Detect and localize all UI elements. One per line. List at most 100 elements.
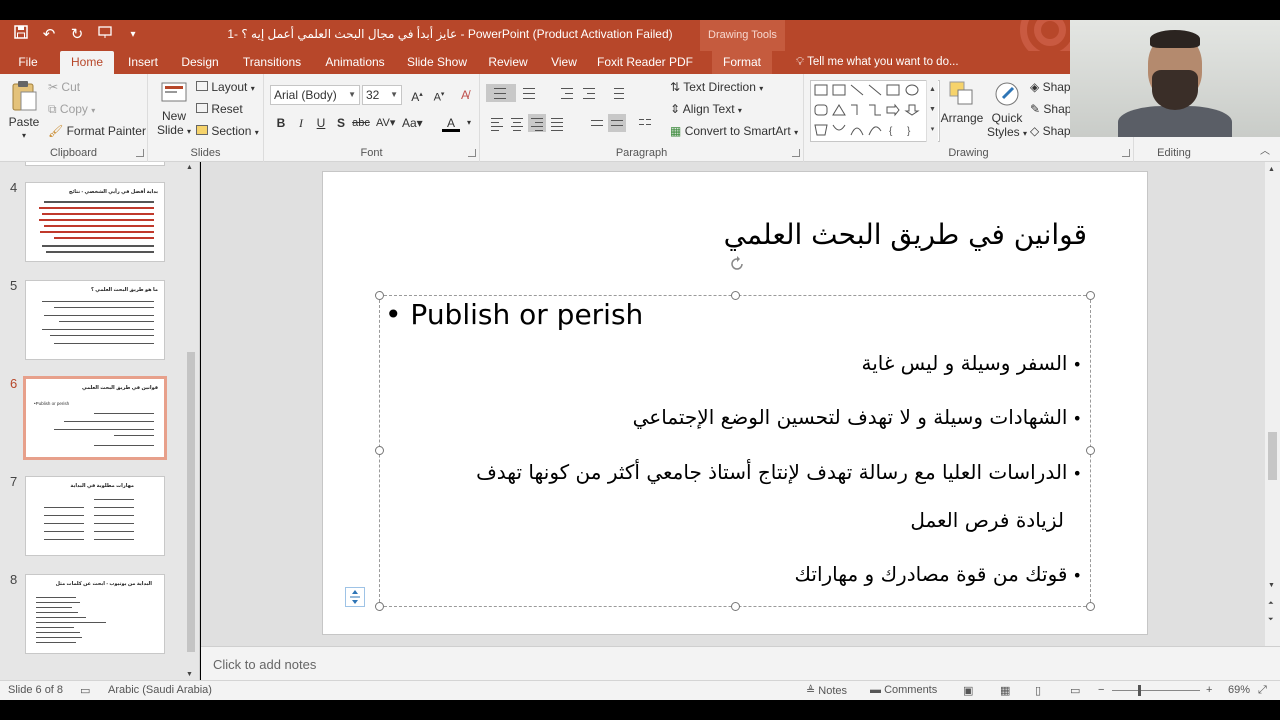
align-text-button[interactable]: ⇕ Align Text ▾ xyxy=(670,102,742,116)
decrease-indent-icon[interactable] xyxy=(558,84,576,102)
previous-slide-icon[interactable]: ⏶ xyxy=(1268,600,1274,608)
font-color-dropdown-icon[interactable]: ▾ xyxy=(460,114,478,132)
thumbnail-scrollbar[interactable]: ▲ ▼ xyxy=(184,162,197,680)
tab-format[interactable]: Format xyxy=(712,51,772,74)
slide-thumbnail-8[interactable]: البداية من يوتيوب - ابحث عن كلمات مثل xyxy=(25,574,165,654)
font-color-icon[interactable]: A xyxy=(442,114,460,132)
underline-icon[interactable]: U xyxy=(312,114,330,132)
notes-pane[interactable]: Click to add notes xyxy=(201,646,1280,680)
slide-thumbnail-5[interactable]: ما هو طريق البحث العلمي ؟ xyxy=(25,280,165,360)
scroll-down-icon[interactable]: ▼ xyxy=(186,671,193,678)
clear-formatting-icon[interactable]: A̸ xyxy=(456,86,474,104)
presentation-icon[interactable] xyxy=(94,24,116,46)
resize-handle[interactable] xyxy=(731,602,740,611)
ltr-direction-icon[interactable] xyxy=(588,114,606,132)
zoom-level[interactable]: 69% xyxy=(1228,684,1250,696)
font-launcher-icon[interactable] xyxy=(468,149,476,157)
normal-view-icon[interactable]: ▣ xyxy=(963,684,973,697)
shrink-font-icon[interactable]: A▾ xyxy=(430,86,448,104)
zoom-slider-thumb[interactable] xyxy=(1138,685,1141,696)
notes-button[interactable]: ≜ Notes xyxy=(806,684,847,697)
tab-foxit[interactable]: Foxit Reader PDF xyxy=(596,51,694,74)
slide-scrollbar[interactable]: ▲ ▼ ⏶ ⏷ xyxy=(1265,162,1280,646)
shapes-gallery[interactable]: {} xyxy=(810,80,940,142)
quick-styles-button[interactable]: Quick Styles ▾ xyxy=(986,80,1028,141)
copy-button[interactable]: ⧉ Copy ▾ xyxy=(48,102,95,117)
tab-view[interactable]: View xyxy=(544,51,584,74)
justify-icon[interactable] xyxy=(548,114,566,132)
new-slide-button[interactable]: New Slide ▾ xyxy=(154,80,194,139)
bold-icon[interactable]: B xyxy=(272,114,290,132)
slideshow-icon[interactable]: ▭ xyxy=(1070,684,1080,697)
reading-view-icon[interactable]: ▯ xyxy=(1035,684,1041,697)
language-indicator[interactable]: Arabic (Saudi Arabia) xyxy=(108,684,212,696)
resize-handle[interactable] xyxy=(1086,602,1095,611)
drawing-launcher-icon[interactable] xyxy=(1122,149,1130,157)
format-painter-button[interactable]: 🖌︎ Format Painter xyxy=(48,124,146,138)
strikethrough-icon[interactable]: abc xyxy=(352,114,370,132)
tab-design[interactable]: Design xyxy=(176,51,224,74)
content-placeholder[interactable]: • Publish or perish • السفر وسيلة و ليس … xyxy=(375,291,1095,611)
redo-icon[interactable]: ↻ xyxy=(66,24,88,46)
grow-font-icon[interactable]: A▴ xyxy=(408,86,426,104)
align-center-icon[interactable] xyxy=(508,114,526,132)
scroll-up-icon[interactable]: ▲ xyxy=(1268,166,1275,173)
zoom-out-icon[interactable]: − xyxy=(1098,684,1104,696)
convert-smartart-button[interactable]: ▦ Convert to SmartArt ▾ xyxy=(670,124,798,138)
tab-home[interactable]: Home xyxy=(60,51,114,74)
tab-file[interactable]: File xyxy=(8,51,48,74)
line-spacing-icon[interactable] xyxy=(608,84,626,102)
slide-thumbnail-7[interactable]: مهارات مطلوبة في البداية xyxy=(25,476,165,556)
slide-sorter-icon[interactable]: ▦ xyxy=(1000,684,1010,697)
next-slide-icon[interactable]: ⏷ xyxy=(1268,616,1274,624)
collapse-ribbon-icon[interactable]: ︿ xyxy=(1260,142,1270,157)
font-name-combo[interactable]: Arial (Body) ▼ xyxy=(270,85,360,105)
clipboard-launcher-icon[interactable] xyxy=(136,149,144,157)
resize-handle[interactable] xyxy=(1086,291,1095,300)
slide-scroll-thumb[interactable] xyxy=(1268,432,1277,480)
undo-icon[interactable]: ↶ xyxy=(38,24,60,46)
shapes-scroll[interactable]: ▲ ▼ ▾ xyxy=(926,80,938,142)
resize-handle[interactable] xyxy=(731,291,740,300)
align-right-icon[interactable] xyxy=(528,114,546,132)
tab-insert[interactable]: Insert xyxy=(122,51,164,74)
tab-animations[interactable]: Animations xyxy=(318,51,392,74)
customize-qat-icon[interactable]: ▾ xyxy=(122,24,144,46)
resize-handle[interactable] xyxy=(375,446,384,455)
rotate-handle-icon[interactable] xyxy=(727,254,747,274)
cut-button[interactable]: ✂ Cut xyxy=(48,80,80,94)
tab-slide-show[interactable]: Slide Show xyxy=(402,51,472,74)
bullets-icon[interactable] xyxy=(486,84,516,102)
reset-button[interactable]: Reset xyxy=(196,102,243,116)
paragraph-launcher-icon[interactable] xyxy=(792,149,800,157)
char-spacing-icon[interactable]: AV▾ xyxy=(376,114,395,132)
resize-handle[interactable] xyxy=(375,291,384,300)
zoom-slider[interactable] xyxy=(1112,690,1200,691)
tab-review[interactable]: Review xyxy=(482,51,534,74)
slide-thumbnail-4[interactable]: بداية أفضل في رأيي الشخصي - نتائج xyxy=(25,182,165,262)
section-button[interactable]: Section ▾ xyxy=(196,124,259,138)
font-size-combo[interactable]: 32 ▼ xyxy=(362,85,402,105)
resize-handle[interactable] xyxy=(375,602,384,611)
resize-handle[interactable] xyxy=(1086,446,1095,455)
text-shadow-icon[interactable]: S xyxy=(332,114,350,132)
text-direction-button[interactable]: ⇅ Text Direction ▾ xyxy=(670,80,763,94)
align-left-icon[interactable] xyxy=(488,114,506,132)
layout-button[interactable]: Layout ▾ xyxy=(196,80,255,94)
scroll-down-icon[interactable]: ▼ xyxy=(1268,582,1275,589)
change-case-icon[interactable]: Aa▾ xyxy=(402,114,423,132)
spell-check-icon[interactable]: ▭ xyxy=(80,684,90,697)
italic-icon[interactable]: I xyxy=(292,114,310,132)
numbering-icon[interactable] xyxy=(520,84,538,102)
tab-transitions[interactable]: Transitions xyxy=(236,51,308,74)
scroll-up-icon[interactable]: ▲ xyxy=(186,164,193,171)
tell-me-box[interactable]: 💡︎ Tell me what you want to do... xyxy=(796,51,959,74)
autofit-options-icon[interactable] xyxy=(345,587,365,607)
slide-title[interactable]: قوانين في طريق البحث العلمي xyxy=(724,218,1087,251)
arrange-button[interactable]: Arrange xyxy=(940,80,984,125)
zoom-in-icon[interactable]: + xyxy=(1206,684,1212,696)
rtl-direction-icon[interactable] xyxy=(608,114,626,132)
comments-button[interactable]: ▬ Comments xyxy=(870,684,937,696)
columns-icon[interactable] xyxy=(636,114,654,132)
save-icon[interactable] xyxy=(10,24,32,46)
